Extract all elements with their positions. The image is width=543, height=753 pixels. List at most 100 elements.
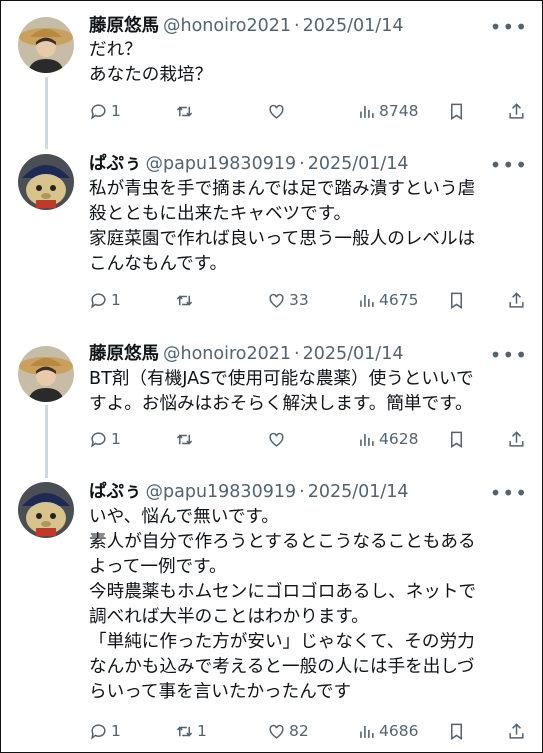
- avatar[interactable]: [18, 482, 74, 538]
- views-icon: [360, 294, 374, 307]
- share-button[interactable]: [507, 99, 526, 123]
- views-icon: [360, 433, 374, 446]
- like-button[interactable]: [267, 99, 289, 123]
- bookmark-icon: [450, 431, 463, 448]
- tweet[interactable]: ぱぷぅ @papu19830919 · 2025/01/14 ••• 私が青虫を手で摘…: [1, 141, 542, 336]
- retweet-button[interactable]: [175, 288, 197, 312]
- like-icon: [269, 104, 284, 119]
- bookmark-button[interactable]: [447, 288, 466, 312]
- retweet-icon: [176, 433, 193, 445]
- reply-icon: [91, 723, 106, 740]
- tweet[interactable]: 藤原悠馬 @honoiro2021 · 2025/01/14 ••• だれ？ あなたの…: [1, 1, 542, 146]
- tweet-date[interactable]: 2025/01/14: [308, 154, 409, 174]
- share-icon: [509, 430, 524, 447]
- author-handle[interactable]: @papu19830919: [146, 154, 297, 174]
- author-name[interactable]: ぱぷぅ: [89, 154, 142, 174]
- views-count: 4675: [379, 291, 419, 309]
- separator: ·: [294, 16, 300, 36]
- share-button[interactable]: [507, 427, 526, 451]
- separator: ·: [299, 154, 305, 174]
- author-handle[interactable]: @papu19830919: [146, 482, 297, 502]
- views-button[interactable]: 4675: [357, 288, 418, 312]
- like-button[interactable]: 33: [267, 288, 309, 312]
- tweet[interactable]: ぱぷぅ @papu19830919 · 2025/01/14 ••• いや、悩んで無い…: [1, 471, 542, 752]
- bookmark-icon: [450, 103, 463, 120]
- bookmark-icon: [450, 723, 463, 740]
- share-icon: [509, 722, 524, 739]
- reply-button[interactable]: 1: [89, 427, 121, 451]
- like-icon: [269, 432, 284, 447]
- tweet-header: 藤原悠馬 @honoiro2021 · 2025/01/14: [89, 13, 532, 39]
- share-icon: [509, 291, 524, 308]
- tweet[interactable]: 藤原悠馬 @honoiro2021 · 2025/01/14 ••• BT剤（有機JA…: [1, 331, 542, 471]
- views-button[interactable]: 4628: [357, 427, 418, 451]
- tweet-header: ぱぷぅ @papu19830919 · 2025/01/14: [89, 479, 532, 505]
- reply-icon: [91, 431, 106, 448]
- tweet-header: 藤原悠馬 @honoiro2021 · 2025/01/14: [89, 341, 532, 367]
- like-icon: [269, 293, 284, 308]
- tweet-header: ぱぷぅ @papu19830919 · 2025/01/14: [89, 151, 532, 177]
- retweet-icon: [176, 105, 193, 117]
- views-count: 4686: [379, 722, 419, 740]
- retweet-button[interactable]: [175, 427, 197, 451]
- views-count: 8748: [379, 102, 419, 120]
- reply-button[interactable]: 1: [89, 288, 121, 312]
- like-count: 82: [289, 722, 309, 740]
- retweet-button[interactable]: [175, 99, 197, 123]
- like-button[interactable]: 82: [267, 719, 309, 743]
- reply-icon: [91, 292, 106, 309]
- views-icon: [360, 725, 374, 738]
- tweet-text: 私が青虫を手で摘まんでは足で踏み潰すという虐 殺とともに出来たキャベツです。 家…: [89, 179, 476, 274]
- retweet-icon: [176, 725, 193, 737]
- more-options-icon[interactable]: •••: [490, 17, 528, 37]
- tweet-date[interactable]: 2025/01/14: [308, 482, 409, 502]
- tweet-date[interactable]: 2025/01/14: [303, 16, 404, 36]
- avatar[interactable]: [18, 154, 74, 210]
- separator: ·: [294, 344, 300, 364]
- share-button[interactable]: [507, 288, 526, 312]
- separator: ·: [299, 482, 305, 502]
- conversation-thread: 藤原悠馬 @honoiro2021 · 2025/01/14 ••• だれ？ あなたの…: [0, 0, 543, 753]
- tweet-actions: 1 1 82 4686: [89, 719, 532, 743]
- share-button[interactable]: [507, 719, 526, 743]
- tweet-text: いや、悩んで無いです。 素人が自分で作ろうとするとこうなることもある よって一例…: [89, 507, 477, 702]
- reply-count: 1: [111, 102, 121, 120]
- views-icon: [360, 105, 374, 118]
- retweet-button[interactable]: 1: [175, 719, 207, 743]
- more-options-icon[interactable]: •••: [490, 155, 528, 175]
- more-options-icon[interactable]: •••: [490, 483, 528, 503]
- author-name[interactable]: 藤原悠馬: [89, 344, 159, 364]
- views-button[interactable]: 8748: [357, 99, 418, 123]
- reply-count: 1: [111, 722, 121, 740]
- bookmark-button[interactable]: [447, 427, 466, 451]
- bookmark-icon: [450, 292, 463, 309]
- author-handle[interactable]: @honoiro2021: [163, 344, 291, 364]
- views-button[interactable]: 4686: [357, 719, 418, 743]
- views-count: 4628: [379, 430, 419, 448]
- share-icon: [509, 102, 524, 119]
- author-name[interactable]: ぱぷぅ: [89, 482, 142, 502]
- tweet-actions: 1 4628: [89, 427, 532, 451]
- tweet-actions: 1 8748: [89, 99, 532, 123]
- retweet-count: 1: [197, 722, 207, 740]
- like-count: 33: [289, 291, 309, 309]
- tweet-text: BT剤（有機JASで使用可能な農薬）使うといいで すよ。お悩みはおそらく解決しま…: [89, 369, 474, 414]
- author-name[interactable]: 藤原悠馬: [89, 16, 159, 36]
- bookmark-button[interactable]: [447, 719, 466, 743]
- reply-button[interactable]: 1: [89, 99, 121, 123]
- bookmark-button[interactable]: [447, 99, 466, 123]
- more-options-icon[interactable]: •••: [490, 345, 528, 365]
- like-button[interactable]: [267, 427, 289, 451]
- reply-count: 1: [111, 430, 121, 448]
- like-icon: [269, 724, 284, 739]
- reply-button[interactable]: 1: [89, 719, 121, 743]
- reply-count: 1: [111, 291, 121, 309]
- retweet-icon: [176, 294, 193, 306]
- tweet-text: だれ？ あなたの栽培？: [89, 40, 213, 85]
- reply-icon: [91, 103, 106, 120]
- avatar[interactable]: [18, 346, 74, 402]
- author-handle[interactable]: @honoiro2021: [163, 16, 291, 36]
- avatar[interactable]: [18, 17, 74, 73]
- tweet-actions: 1 33 4675: [89, 288, 532, 312]
- tweet-date[interactable]: 2025/01/14: [303, 344, 404, 364]
